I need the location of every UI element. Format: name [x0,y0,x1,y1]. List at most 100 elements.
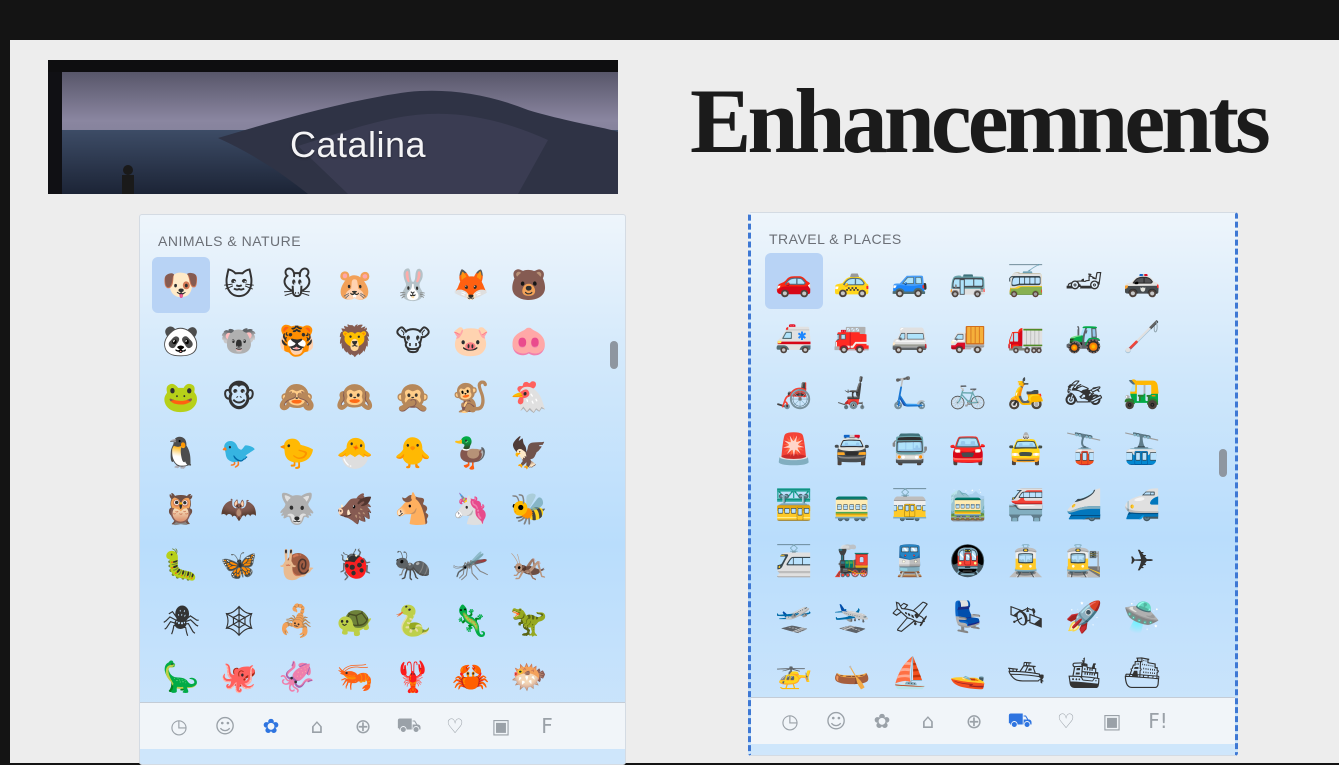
emoji-cell[interactable]: 🐷 [442,313,500,369]
emoji-cell[interactable]: 🙊 [384,369,442,425]
emoji-cell[interactable]: 💺 [939,589,997,645]
emoji-cell[interactable]: 🐥 [384,425,442,481]
emoji-cell[interactable]: 🚞 [939,477,997,533]
emoji-cell[interactable]: 🚡 [1055,421,1113,477]
emoji-cell[interactable]: 🐗 [326,481,384,537]
emoji-cell[interactable]: 🕸 [210,593,268,649]
emoji-cell[interactable]: 🦁 [326,313,384,369]
emoji-cell[interactable]: 🚲 [939,365,997,421]
emoji-cell[interactable]: 🛥 [997,645,1055,701]
emoji-cell[interactable]: 🐛 [152,537,210,593]
category-tab-icon[interactable]: ⌂ [909,706,947,736]
emoji-cell[interactable]: 🚜 [1055,309,1113,365]
emoji-cell[interactable]: 🙉 [326,369,384,425]
emoji-cell[interactable]: 🐒 [442,369,500,425]
emoji-cell[interactable]: 🚠 [1113,421,1171,477]
emoji-cell[interactable]: 🚎 [997,253,1055,309]
emoji-cell[interactable]: 🛴 [881,365,939,421]
emoji-cell[interactable]: 🦆 [442,425,500,481]
category-tab-icon[interactable]: F! [1139,706,1177,736]
emoji-cell[interactable]: 🐦 [210,425,268,481]
emoji-cell[interactable]: 🦼 [823,365,881,421]
emoji-cell[interactable]: 🛺 [1113,365,1171,421]
emoji-cell[interactable]: 🛵 [997,365,1055,421]
emoji-cell[interactable]: 🐧 [152,425,210,481]
emoji-cell[interactable]: 🚆 [881,533,939,589]
category-tab-icon[interactable]: ✿ [252,711,290,741]
emoji-cell[interactable]: 🚒 [823,309,881,365]
emoji-cell[interactable]: 🐶 [152,257,210,313]
emoji-cell[interactable]: 🚅 [1113,477,1171,533]
emoji-cell[interactable]: 🛸 [1113,589,1171,645]
emoji-cell[interactable]: 🚉 [1055,533,1113,589]
emoji-cell[interactable]: 🦕 [152,649,210,705]
emoji-cell[interactable]: 🚊 [997,533,1055,589]
emoji-cell[interactable]: 🐞 [326,537,384,593]
emoji-cell[interactable]: 🐵 [210,369,268,425]
emoji-cell[interactable]: ✈ [1113,533,1171,589]
emoji-cell[interactable]: 🚁 [765,645,823,701]
emoji-cell[interactable]: 🦞 [384,649,442,705]
category-tab-icon[interactable]: ⊕ [344,711,382,741]
emoji-cell[interactable]: 🛶 [823,645,881,701]
emoji-cell[interactable]: 🐻 [500,257,558,313]
emoji-cell[interactable]: 🦀 [442,649,500,705]
emoji-cell[interactable]: 🚑 [765,309,823,365]
emoji-cell[interactable]: 🛩 [881,589,939,645]
emoji-cell[interactable]: 🐮 [384,313,442,369]
emoji-cell[interactable]: 🚀 [1055,589,1113,645]
emoji-cell[interactable]: 🚖 [997,421,1055,477]
emoji-cell[interactable]: 🐺 [268,481,326,537]
scrollbar-thumb[interactable] [610,341,618,369]
category-tab-icon[interactable]: ▣ [1093,706,1131,736]
emoji-cell[interactable]: 🐰 [384,257,442,313]
emoji-cell[interactable]: 🚤 [939,645,997,701]
emoji-cell[interactable]: 🛰 [997,589,1055,645]
emoji-cell[interactable]: 🚃 [823,477,881,533]
category-tab-icon[interactable]: ⌂ [298,711,336,741]
emoji-cell[interactable]: 🚔 [823,421,881,477]
emoji-cell[interactable]: 🚇 [939,533,997,589]
emoji-cell[interactable]: 🚕 [823,253,881,309]
emoji-cell[interactable]: 🦉 [152,481,210,537]
emoji-cell[interactable]: 🦄 [442,481,500,537]
emoji-cell[interactable]: 🦗 [500,537,558,593]
emoji-cell[interactable]: 🚋 [881,477,939,533]
emoji-cell[interactable]: 🐱 [210,257,268,313]
emoji-cell[interactable]: 🚄 [1055,477,1113,533]
emoji-cell[interactable]: 🐸 [152,369,210,425]
emoji-cell[interactable]: 🚟 [765,477,823,533]
category-tab-icon[interactable]: ♡ [436,711,474,741]
emoji-cell[interactable]: 🐢 [326,593,384,649]
emoji-cell[interactable]: 🐯 [268,313,326,369]
emoji-cell[interactable]: 🦎 [442,593,500,649]
emoji-cell[interactable]: 🐴 [384,481,442,537]
emoji-cell[interactable]: 🛬 [823,589,881,645]
emoji-cell[interactable]: 🦂 [268,593,326,649]
emoji-cell[interactable]: 🦖 [500,593,558,649]
emoji-cell[interactable]: ⛵ [881,645,939,701]
emoji-cell[interactable]: 🚌 [939,253,997,309]
category-tab-icon[interactable]: ☺ [206,711,244,741]
emoji-cell[interactable]: 🚛 [997,309,1055,365]
emoji-cell[interactable]: 🦯 [1113,309,1171,365]
emoji-cell[interactable]: 🐌 [268,537,326,593]
emoji-cell[interactable]: 🦇 [210,481,268,537]
emoji-cell[interactable]: 🚈 [765,533,823,589]
emoji-cell[interactable]: 🛫 [765,589,823,645]
emoji-cell[interactable]: 🦑 [268,649,326,705]
emoji-cell[interactable]: 🚘 [939,421,997,477]
emoji-cell[interactable]: 🚙 [881,253,939,309]
emoji-cell[interactable]: 🚨 [765,421,823,477]
emoji-cell[interactable]: 🐽 [500,313,558,369]
emoji-cell[interactable]: 🐝 [500,481,558,537]
emoji-cell[interactable]: ⛴ [1113,645,1171,701]
emoji-cell[interactable]: 🛳 [1055,645,1113,701]
emoji-cell[interactable]: 🐜 [384,537,442,593]
emoji-cell[interactable]: 🚍 [881,421,939,477]
emoji-cell[interactable]: 🐭 [268,257,326,313]
emoji-cell[interactable]: 🚗 [765,253,823,309]
category-tab-icon[interactable]: ◷ [160,711,198,741]
scrollbar-thumb[interactable] [1219,449,1227,477]
emoji-cell[interactable]: 🚓 [1113,253,1171,309]
